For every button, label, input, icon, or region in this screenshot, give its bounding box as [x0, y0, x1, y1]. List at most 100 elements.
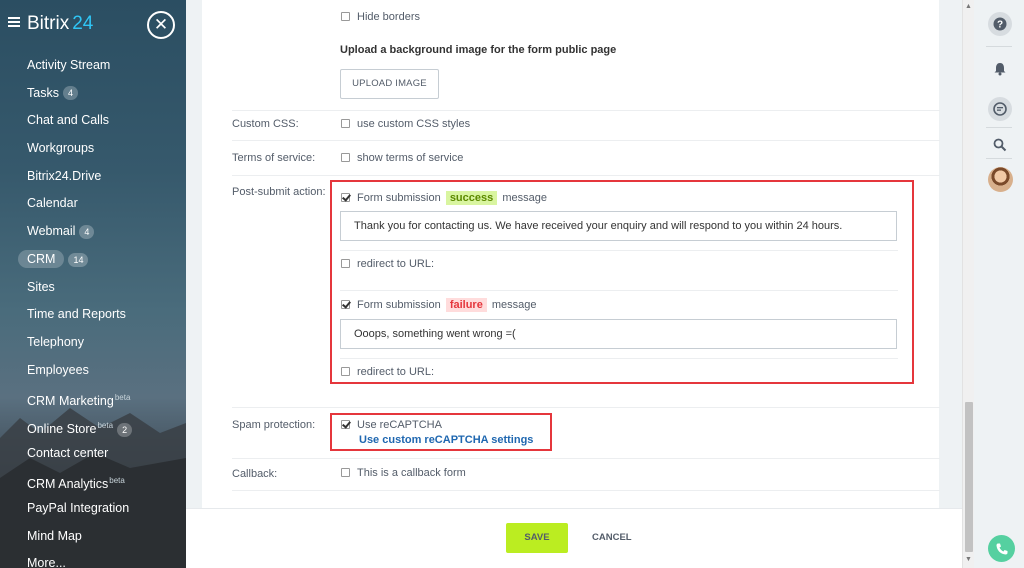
sidebar-item-paypal-integration[interactable]: PayPal Integration: [0, 495, 186, 523]
recaptcha-label: Use reCAPTCHA: [357, 419, 442, 431]
form-settings-card: Hide borders Upload a background image f…: [202, 0, 940, 508]
sidebar-item-mind-map[interactable]: Mind Map: [0, 523, 186, 551]
recaptcha-checkbox[interactable]: [341, 419, 350, 429]
success-message-input[interactable]: Thank you for contacting us. We have rec…: [340, 211, 897, 241]
divider: [986, 158, 1012, 159]
success-prefix: Form submission: [357, 192, 441, 204]
divider: [232, 175, 940, 176]
sidebar-item-crm-marketing[interactable]: CRM Marketingbeta: [0, 384, 186, 412]
vertical-scrollbar[interactable]: ▲ ▼: [962, 0, 974, 568]
divider: [340, 358, 898, 359]
beta-label: beta: [114, 393, 131, 403]
right-toolbar: ?: [974, 0, 1024, 568]
sidebar-item-webmail[interactable]: Webmail 4: [0, 218, 186, 246]
redirect-failure-label: redirect to URL:: [357, 366, 435, 378]
counter-badge: 4: [79, 224, 95, 239]
failure-message-input[interactable]: Ooops, something went wrong =(: [340, 319, 897, 349]
messenger-chat-icon[interactable]: [988, 97, 1012, 121]
callback-checkbox[interactable]: [341, 467, 350, 477]
redirect-success-checkbox[interactable]: [341, 258, 350, 268]
custom-css-checkbox[interactable]: [341, 118, 350, 128]
sidebar-item-online-store[interactable]: Online Storebeta 2: [0, 412, 186, 440]
redirect-success-label: redirect to URL:: [357, 258, 435, 270]
sidebar-item-tasks[interactable]: Tasks 4: [0, 80, 186, 108]
recaptcha-option[interactable]: Use reCAPTCHA: [341, 419, 442, 431]
custom-css-option[interactable]: use custom CSS styles: [341, 118, 470, 130]
divider: [232, 490, 940, 491]
failure-message-checkbox[interactable]: [341, 299, 350, 309]
sidebar-item-employees[interactable]: Employees: [0, 357, 186, 385]
divider: [232, 458, 940, 459]
divider: [986, 46, 1012, 47]
terms-option-label: show terms of service: [357, 152, 464, 164]
terms-label: Terms of service:: [232, 152, 316, 164]
failure-tag: failure: [445, 298, 487, 312]
svg-text:?: ?: [997, 20, 1003, 31]
beta-label: beta: [97, 420, 114, 430]
sidebar-item-workgroups[interactable]: Workgroups: [0, 135, 186, 163]
notifications-bell-icon[interactable]: [988, 57, 1012, 81]
left-sidebar: Bitrix 24 ✕ Activity Stream Tasks 4 Chat a…: [0, 0, 186, 568]
scroll-up-arrow-icon[interactable]: ▲: [965, 3, 972, 10]
divider: [232, 407, 940, 408]
failure-message-option[interactable]: Form submission failure message: [341, 298, 537, 312]
divider: [340, 250, 898, 251]
help-icon[interactable]: ?: [988, 12, 1012, 36]
divider: [232, 110, 940, 111]
hide-borders-checkbox[interactable]: [341, 11, 350, 21]
callback-option[interactable]: This is a callback form: [341, 467, 466, 479]
redirect-success-option[interactable]: redirect to URL:: [341, 258, 434, 270]
success-suffix: message: [502, 192, 547, 204]
callback-option-label: This is a callback form: [357, 467, 466, 479]
user-avatar[interactable]: [988, 167, 1013, 192]
upload-image-button[interactable]: UPLOAD IMAGE: [340, 69, 439, 99]
hide-borders-option[interactable]: Hide borders: [341, 11, 420, 23]
sidebar-item-telephony[interactable]: Telephony: [0, 329, 186, 357]
scrollbar-thumb[interactable]: [965, 402, 973, 552]
sidebar-item-calendar[interactable]: Calendar: [0, 190, 186, 218]
search-icon[interactable]: [988, 133, 1012, 157]
divider: [340, 290, 898, 291]
sidebar-item-crm[interactable]: CRM 14: [0, 246, 186, 274]
custom-css-label: Custom CSS:: [232, 118, 299, 130]
sidebar-item-chat-and-calls[interactable]: Chat and Calls: [0, 107, 186, 135]
phone-icon[interactable]: [988, 535, 1015, 562]
save-button[interactable]: SAVE: [506, 523, 568, 553]
callback-label: Callback:: [232, 468, 278, 480]
redirect-failure-checkbox[interactable]: [341, 366, 350, 376]
menu-burger-icon[interactable]: [8, 17, 20, 27]
divider: [232, 140, 940, 141]
sidebar-item-contact-center[interactable]: Contact center: [0, 440, 186, 468]
main-area: Hide borders Upload a background image f…: [186, 0, 962, 568]
terms-checkbox[interactable]: [341, 152, 350, 162]
sidebar-item-more[interactable]: More...: [0, 550, 186, 568]
success-message-option[interactable]: Form submission success message: [341, 191, 547, 205]
counter-badge: 4: [62, 86, 78, 101]
counter-badge: 2: [117, 422, 133, 437]
sidebar-item-time-and-reports[interactable]: Time and Reports: [0, 301, 186, 329]
scroll-down-arrow-icon[interactable]: ▼: [965, 556, 972, 563]
success-message-checkbox[interactable]: [341, 192, 350, 202]
post-submit-label: Post-submit action:: [232, 186, 326, 198]
beta-label: beta: [109, 476, 125, 486]
sidebar-item-sites[interactable]: Sites: [0, 274, 186, 302]
sidebar-item-activity-stream[interactable]: Activity Stream: [0, 52, 186, 80]
hide-borders-label: Hide borders: [357, 11, 420, 23]
counter-badge: 14: [68, 252, 89, 267]
sidebar-item-crm-analytics[interactable]: CRM Analyticsbeta: [0, 467, 186, 495]
failure-prefix: Form submission: [357, 299, 441, 311]
form-footer: SAVE CANCEL: [186, 508, 962, 568]
terms-option[interactable]: show terms of service: [341, 152, 463, 164]
redirect-failure-option[interactable]: redirect to URL:: [341, 366, 434, 378]
sidebar-menu: Activity Stream Tasks 4 Chat and Calls Wo…: [0, 52, 186, 568]
bitrix24-logo[interactable]: Bitrix 24: [27, 13, 93, 35]
divider: [986, 127, 1012, 128]
failure-suffix: message: [491, 299, 537, 311]
success-tag: success: [445, 191, 498, 205]
sidebar-header: Bitrix 24 ✕: [0, 0, 186, 50]
sidebar-item-drive[interactable]: Bitrix24.Drive: [0, 163, 186, 191]
close-sidebar-button[interactable]: ✕: [147, 11, 175, 39]
background-image-title: Upload a background image for the form p…: [340, 44, 617, 56]
custom-recaptcha-settings-link[interactable]: Use custom reCAPTCHA settings: [359, 434, 533, 446]
cancel-button[interactable]: CANCEL: [592, 523, 632, 553]
